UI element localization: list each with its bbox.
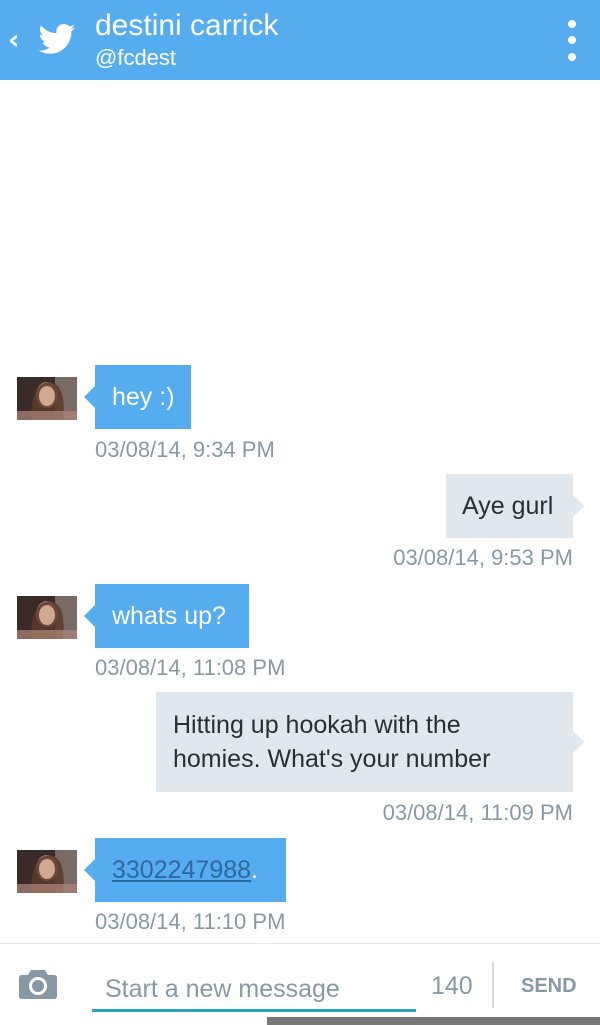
conversation-handle: @fcdest [95,45,177,70]
character-count: 140 [431,972,473,1000]
composer-separator [492,962,494,1008]
message-text: . [251,856,258,884]
avatar[interactable] [17,850,77,893]
phone-number-link[interactable]: 3302247988 [112,856,251,884]
message-timestamp: 03/08/14, 9:53 PM [393,545,573,570]
message-timestamp: 03/08/14, 9:34 PM [95,437,275,462]
message-bubble-received[interactable]: hey :) [84,365,191,429]
conversation-title: destini carrick [95,9,279,42]
message-bubble-sent[interactable]: Hitting up hookah with the homies. What'… [156,692,584,792]
message-bubble-sent[interactable]: Aye gurl [446,474,584,538]
camera-icon[interactable] [18,968,58,1000]
bottom-strip [267,1017,600,1025]
composer-divider [0,943,600,944]
message-bubble-received[interactable]: 3302247988. [84,838,286,902]
message-text-line: Hitting up hookah with the [173,711,461,739]
message-bubble-received[interactable]: whats up? [84,584,249,648]
message-input[interactable] [92,970,416,1012]
message-timestamp: 03/08/14, 11:08 PM [95,655,286,680]
message-timestamp: 03/08/14, 11:10 PM [95,909,286,934]
avatar[interactable] [17,596,77,639]
message-text: hey :) [112,383,175,411]
send-button[interactable]: SEND [521,975,577,997]
chevron-left-icon[interactable]: ‹ [8,26,20,54]
message-text: whats up? [112,602,226,630]
overflow-menu-icon[interactable] [562,20,582,62]
conversation-header: ‹ destini carrick @fcdest [0,0,600,80]
message-text: Aye gurl [462,492,554,520]
message-timestamp: 03/08/14, 11:09 PM [382,800,573,825]
message-text-line: homies. What's your number [173,745,491,773]
twitter-bird-icon[interactable] [36,20,78,60]
avatar[interactable] [17,377,77,420]
